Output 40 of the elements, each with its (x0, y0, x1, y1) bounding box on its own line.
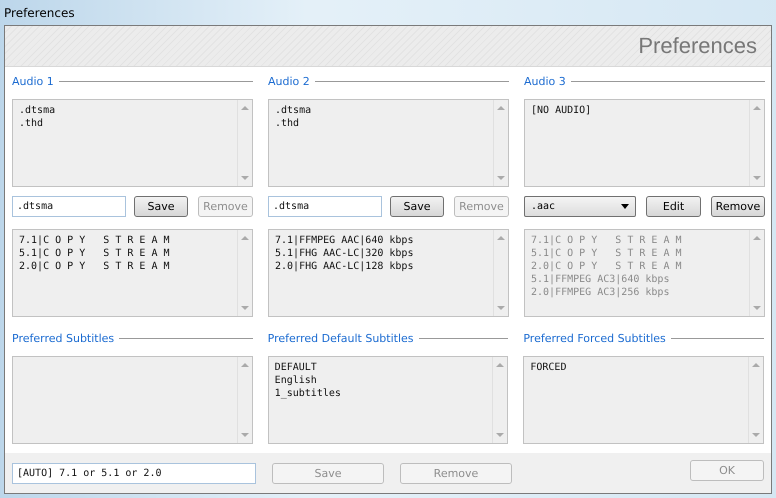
list-item[interactable]: .dtsma (19, 104, 231, 117)
section-heading: Audio 2 (268, 74, 310, 88)
list-item[interactable]: .dtsma (275, 104, 487, 117)
extension-dropdown[interactable]: .aac (524, 196, 636, 217)
text-field[interactable]: [AUTO] 7.1 or 5.1 or 2.0 (12, 462, 256, 484)
codec-list[interactable]: 7.1|C O P Y S T R E A M 5.1|C O P Y S T R E A M 2.0|C O P Y S T R E A M (12, 229, 253, 317)
extension-list[interactable]: [NO AUDIO] (524, 99, 765, 187)
extension-list[interactable]: .dtsma .thd (12, 99, 253, 187)
list-item[interactable]: .thd (275, 117, 487, 130)
header-title: Preferences (638, 33, 757, 59)
list-item[interactable]: [NO AUDIO] (531, 104, 743, 117)
subtitle-list[interactable]: DEFAULT English 1_subtitles (268, 356, 508, 444)
list-item[interactable]: 5.1|C O P Y S T R E A M (19, 247, 231, 260)
list-item[interactable]: DEFAULT (274, 361, 486, 374)
section-heading: Preferred Default Subtitles (268, 332, 414, 344)
extension-field[interactable]: .dtsma (12, 196, 126, 217)
extension-field[interactable]: .dtsma (268, 196, 382, 217)
extension-list[interactable]: .dtsma .thd (268, 99, 509, 187)
list-item[interactable]: 1_subtitles (274, 387, 486, 400)
action-button[interactable]: Save (390, 196, 444, 217)
list-item[interactable]: English (274, 374, 486, 387)
codec-list[interactable]: 7.1|FFMPEG AAC|640 kbps 5.1|FHG AAC-LC|320 kbps 2.0|FHG AAC-LC|128 kbps (268, 229, 509, 317)
list-item[interactable]: 7.1|C O P Y S T R E A M (19, 234, 231, 247)
window-title: Preferences (4, 6, 75, 20)
subtitle-list[interactable] (12, 356, 253, 444)
action-button[interactable]: Edit (646, 196, 702, 217)
action-button[interactable]: Save (134, 196, 188, 217)
section-heading: Preferred Subtitles (12, 332, 114, 344)
list-item[interactable]: 5.1|FHG AAC-LC|320 kbps (275, 247, 487, 260)
list-item[interactable]: 2.0|C O P Y S T R E A M (19, 260, 231, 273)
subtitle-list[interactable]: FORCED (523, 356, 764, 444)
list-item[interactable]: 2.0|FHG AAC-LC|128 kbps (275, 260, 487, 273)
caret-icon (621, 204, 630, 209)
list-item[interactable]: .thd (19, 117, 231, 130)
list-item[interactable]: FORCED (530, 361, 742, 374)
section-heading: Audio 3 (524, 74, 566, 88)
section-heading: Preferred Forced Subtitles (523, 332, 666, 344)
section-heading: Audio 1 (12, 74, 54, 88)
list-item[interactable]: 7.1|FFMPEG AAC|640 kbps (275, 234, 487, 247)
action-button[interactable]: Remove (711, 196, 765, 217)
